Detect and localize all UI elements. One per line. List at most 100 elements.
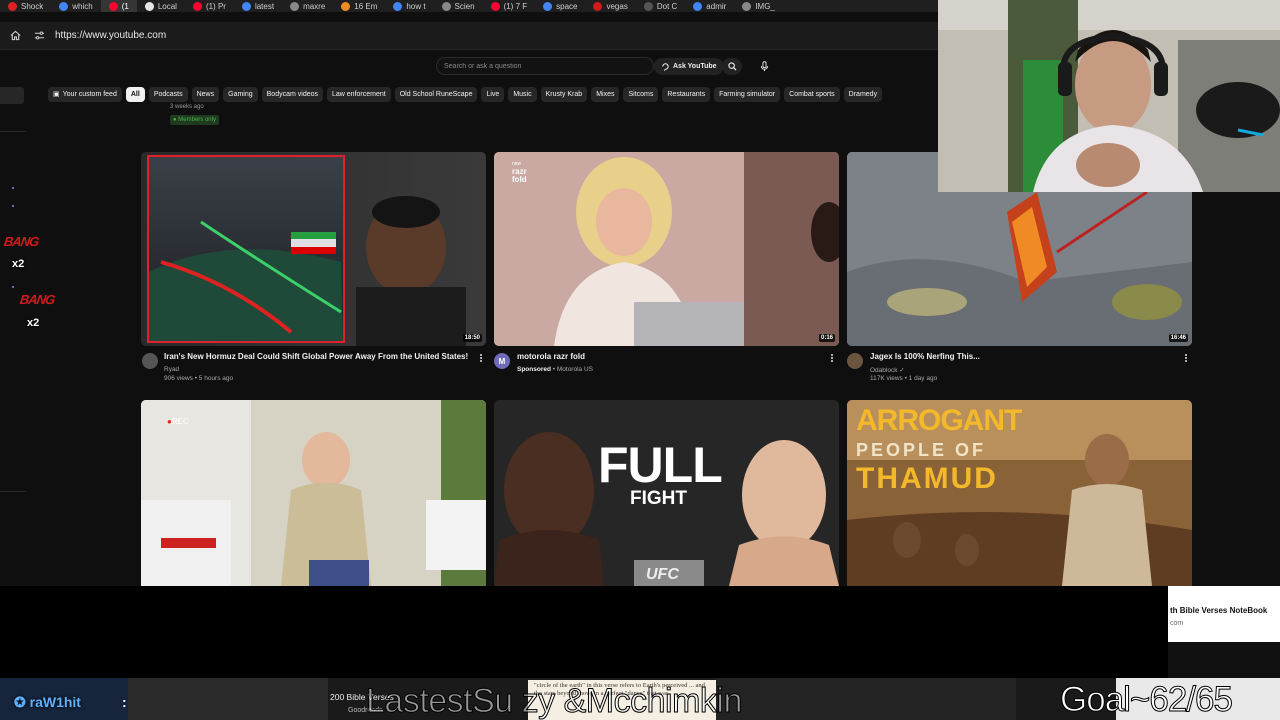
- browser-tab[interactable]: 16 Em: [333, 0, 385, 12]
- video-thumbnail[interactable]: ARROGANT PEOPLE OF THAMUD: [847, 400, 1192, 586]
- browser-tab[interactable]: which: [51, 0, 100, 12]
- popup-image: [1168, 642, 1280, 678]
- filter-chip-label: Live: [486, 91, 500, 98]
- ticker-marquee-text: LastestSu zy &Mcchimkin: [366, 682, 743, 720]
- video-title[interactable]: Jagex Is 100% Nerfing This...: [870, 352, 980, 361]
- browser-tab[interactable]: (1: [100, 0, 137, 12]
- browser-tab[interactable]: vegas: [585, 0, 635, 12]
- filter-chip[interactable]: Combat sports: [784, 87, 840, 102]
- orange-favicon-icon: [341, 1, 351, 11]
- sidebar-dot: [12, 286, 14, 288]
- video-duration: 16:46: [1168, 334, 1188, 342]
- filter-chip-label: Law enforcement: [332, 91, 386, 98]
- page-favicon-icon: [742, 1, 752, 11]
- youtube-search-box[interactable]: [436, 57, 654, 75]
- search-input[interactable]: [444, 62, 653, 70]
- ask-youtube-button[interactable]: Ask YouTube: [654, 58, 724, 75]
- page-favicon-icon: [290, 1, 300, 11]
- overlay-subheadline: FIGHT: [630, 488, 687, 509]
- browser-tab[interactable]: (1) Pr: [185, 0, 234, 12]
- filter-chip-label: Dramedy: [848, 91, 878, 98]
- ufc-logo: UFC: [646, 566, 679, 583]
- more-actions-icon[interactable]: [478, 352, 484, 364]
- ask-youtube-label: Ask YouTube: [673, 63, 717, 70]
- browser-tab[interactable]: space: [535, 0, 585, 12]
- filter-chip[interactable]: All: [125, 87, 145, 102]
- channel-name[interactable]: Odablock ✓: [870, 366, 905, 374]
- filter-chip[interactable]: Restaurants: [662, 87, 711, 102]
- filter-chip-label: Old School RuneScape: [399, 91, 473, 98]
- voice-search-button[interactable]: [754, 58, 774, 75]
- ticker-image: [716, 678, 1016, 720]
- browser-tab[interactable]: Local: [137, 0, 185, 12]
- browser-tab[interactable]: Scien: [434, 0, 483, 12]
- overlay-subheadline: PEOPLE OF: [856, 440, 987, 460]
- more-actions-icon[interactable]: [1183, 352, 1189, 364]
- home-button[interactable]: [4, 25, 26, 47]
- browser-tab[interactable]: IMG_: [734, 0, 783, 12]
- sidebar-guide-button[interactable]: [0, 87, 24, 104]
- alert-bang-text: BANG: [2, 234, 40, 249]
- filter-chip-label: Combat sports: [789, 91, 835, 98]
- google-favicon-icon: [59, 1, 69, 11]
- channel-avatar[interactable]: [847, 353, 863, 369]
- video-stats: 906 views • 5 hours ago: [164, 375, 234, 382]
- filter-chip[interactable]: Live: [481, 87, 505, 102]
- filter-chip[interactable]: Old School RuneScape: [394, 87, 478, 102]
- filter-chip[interactable]: Dramedy: [843, 87, 883, 102]
- custom-feed-chip[interactable]: ▣ Your custom feed: [48, 87, 122, 102]
- filter-chip[interactable]: Farming simulator: [714, 87, 781, 102]
- filter-chip[interactable]: Podcasts: [148, 87, 188, 102]
- url-field[interactable]: https://www.youtube.com: [34, 26, 166, 46]
- browser-tab[interactable]: admir: [685, 0, 734, 12]
- video-title[interactable]: motorola razr fold: [517, 352, 585, 361]
- google-favicon-icon: [241, 1, 251, 11]
- browser-tab-label: which: [72, 1, 93, 11]
- site-settings-icon[interactable]: [34, 30, 45, 41]
- browser-tab[interactable]: latest: [234, 0, 282, 12]
- subscriber-goal-counter: Goal~62/65: [1060, 680, 1234, 720]
- video-duration: 0:16: [818, 334, 835, 342]
- filter-chip[interactable]: Krusty Krab: [540, 87, 588, 102]
- channel-name[interactable]: Ryad: [164, 366, 179, 373]
- video-thumbnail[interactable]: ●REC: [141, 400, 486, 586]
- browser-tab-label: latest: [254, 1, 275, 11]
- ticker-image: [128, 678, 328, 720]
- google-favicon-icon: [543, 1, 553, 11]
- filter-chip-label: Farming simulator: [719, 91, 776, 98]
- filter-chip-label: Music: [513, 91, 532, 98]
- video-title[interactable]: Iran's New Hormuz Deal Could Shift Globa…: [164, 352, 468, 361]
- filter-chip-label: Your custom feed: [62, 91, 117, 98]
- filter-chip[interactable]: Music: [508, 87, 537, 102]
- video-duration: 18:50: [462, 334, 482, 342]
- alert-bang-text: BANG: [18, 292, 56, 307]
- browser-tab[interactable]: how t: [385, 0, 433, 12]
- filter-chip[interactable]: Sitcoms: [623, 87, 659, 102]
- browser-tab[interactable]: Dot C: [636, 0, 685, 12]
- channel-avatar[interactable]: [142, 353, 158, 369]
- browser-tab-strip: Shock which (1 Local (1) Pr latest maxre 16 Em h…: [0, 0, 938, 12]
- browser-tab-label: 16 Em: [354, 1, 378, 11]
- thumbnail-art: [494, 152, 839, 346]
- filter-chip[interactable]: Gaming: [223, 87, 258, 102]
- browser-tab[interactable]: (1) 7 F: [483, 0, 536, 12]
- video-thumbnail[interactable]: new razr fold 0:16: [494, 152, 839, 346]
- video-thumbnail[interactable]: FULL FIGHT UFC: [494, 400, 839, 586]
- more-actions-icon[interactable]: [829, 352, 835, 364]
- browser-tab[interactable]: Shock: [0, 0, 51, 12]
- filter-chip-label: Krusty Krab: [545, 91, 583, 98]
- video-thumbnail[interactable]: 18:50: [141, 152, 486, 346]
- filter-chip[interactable]: News: [191, 87, 220, 102]
- browser-tab-label: (1) Pr: [205, 1, 226, 11]
- search-icon: [727, 62, 737, 71]
- motorola-logo-icon[interactable]: M: [494, 353, 510, 369]
- sidebar-divider: [0, 131, 26, 132]
- filter-chip[interactable]: Mixes: [591, 87, 620, 102]
- filter-chip[interactable]: Law enforcement: [327, 87, 391, 102]
- filter-chip-label: Gaming: [228, 91, 253, 98]
- browser-tab[interactable]: maxre: [282, 0, 333, 12]
- alert-multiplier: x2: [12, 258, 25, 270]
- filter-chip[interactable]: Bodycam videos: [261, 87, 323, 102]
- overlay-headline-2: THAMUD: [856, 462, 998, 495]
- search-button[interactable]: [722, 58, 742, 75]
